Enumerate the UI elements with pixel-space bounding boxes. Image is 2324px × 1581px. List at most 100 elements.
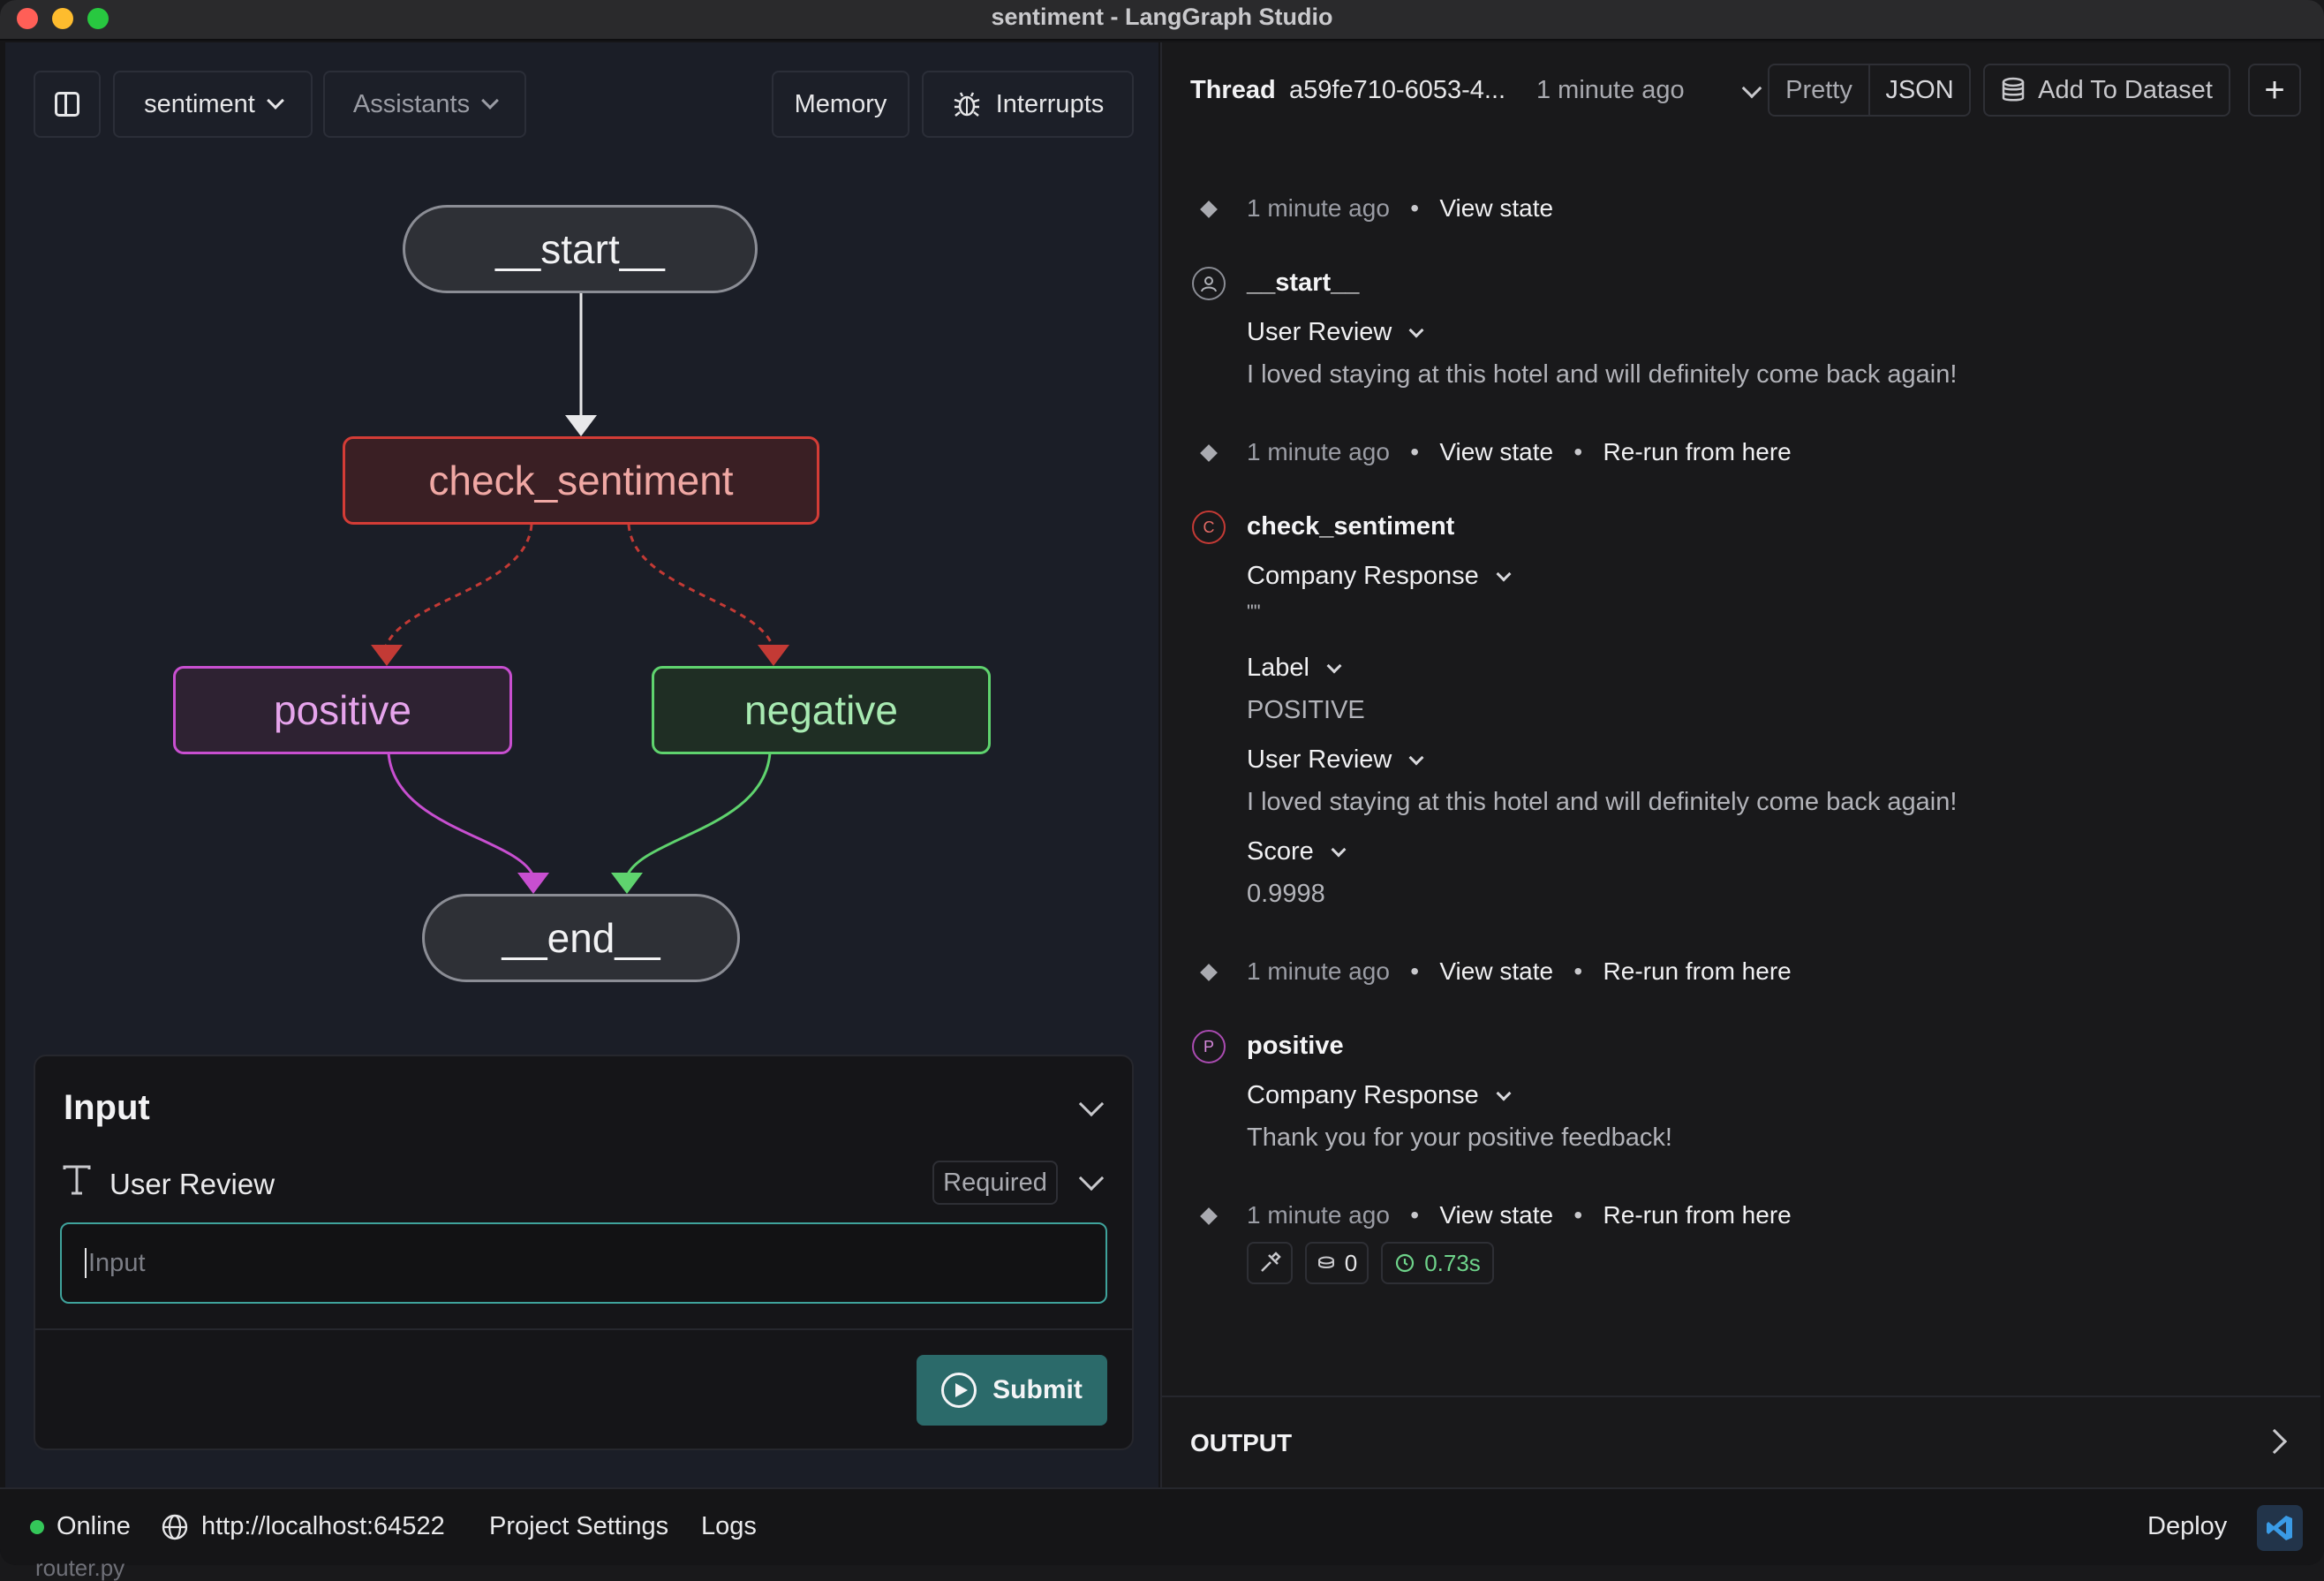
chevron-down-icon xyxy=(1326,658,1342,673)
chevron-down-icon xyxy=(1408,322,1424,337)
online-label: Online xyxy=(57,1512,131,1540)
required-badge: Required xyxy=(932,1161,1058,1205)
arrowhead-start-check xyxy=(565,415,597,436)
field-label: User Review xyxy=(1247,745,1392,774)
view-state-link[interactable]: View state xyxy=(1439,957,1553,985)
arrowhead-check-positive xyxy=(371,645,403,666)
chevron-down-icon xyxy=(1408,750,1424,765)
tokens-badge: 0 xyxy=(1305,1242,1369,1284)
rerun-link[interactable]: Re-run from here xyxy=(1603,1201,1792,1229)
field-value: Thank you for your positive feedback! xyxy=(1247,1123,1672,1152)
collapse-input-chevron-icon[interactable] xyxy=(1078,1091,1105,1117)
text-type-icon xyxy=(63,1165,91,1195)
checkpoint-diamond-icon xyxy=(1200,1207,1218,1225)
step-name-start: __start__ xyxy=(1247,269,1360,297)
server-url-link[interactable]: http://localhost:64522 xyxy=(161,1512,445,1541)
new-thread-button[interactable]: + xyxy=(2248,64,2301,117)
project-settings-link[interactable]: Project Settings xyxy=(489,1512,668,1541)
view-state-link[interactable]: View state xyxy=(1439,438,1553,465)
pretty-view-button[interactable]: Pretty xyxy=(1769,65,1868,115)
thread-select-chevron-icon[interactable] xyxy=(1741,78,1762,99)
chevron-down-icon xyxy=(1496,566,1512,581)
submit-button[interactable]: Submit xyxy=(917,1355,1107,1426)
user-review-field-label: User Review xyxy=(109,1168,275,1200)
title-bar: sentiment - LangGraph Studio xyxy=(0,0,2324,41)
view-state-link[interactable]: View state xyxy=(1439,1201,1553,1229)
expand-field-chevron-icon[interactable] xyxy=(1078,1165,1105,1191)
json-view-button[interactable]: JSON xyxy=(1868,65,1969,115)
field-label: Label xyxy=(1247,654,1309,682)
submit-label: Submit xyxy=(992,1375,1083,1404)
view-state-link[interactable]: View state xyxy=(1439,194,1553,222)
field-value: "" xyxy=(1247,601,1261,623)
user-review-input[interactable]: Input xyxy=(60,1222,1107,1304)
deploy-button[interactable]: Deploy xyxy=(2147,1512,2227,1541)
add-to-dataset-button[interactable]: Add To Dataset xyxy=(1983,64,2230,117)
step-avatar-positive: P xyxy=(1192,1030,1226,1063)
vscode-icon xyxy=(2267,1516,2292,1540)
user-avatar-icon xyxy=(1192,267,1226,300)
edge-positive-end xyxy=(387,752,535,877)
checkpoint-meta: 1 minute ago • View state • Re-run from … xyxy=(1247,1201,1792,1229)
arrowhead-negative-end xyxy=(611,873,643,894)
arrowhead-check-negative xyxy=(758,645,789,666)
field-value: 0.9998 xyxy=(1247,880,1325,908)
window-title: sentiment - LangGraph Studio xyxy=(991,4,1333,30)
view-toggle: Pretty JSON xyxy=(1768,64,1971,117)
node-positive[interactable]: positive xyxy=(173,666,512,754)
field-toggle-company-response[interactable]: Company Response xyxy=(1247,1081,1512,1110)
node-check-sentiment[interactable]: check_sentiment xyxy=(343,436,819,525)
chevron-right-icon xyxy=(2261,1428,2288,1455)
graph-edges xyxy=(371,293,789,894)
duration-badge: 0.73s xyxy=(1381,1242,1494,1284)
thread-header: Thread a59fe710-6053-4... 1 minute ago P… xyxy=(1162,42,2320,140)
logs-link[interactable]: Logs xyxy=(701,1512,757,1541)
rerun-link[interactable]: Re-run from here xyxy=(1603,957,1792,985)
online-dot-icon xyxy=(30,1519,44,1534)
checkpoint-diamond-icon xyxy=(1200,964,1218,981)
user-review-input-placeholder: Input xyxy=(88,1248,146,1277)
field-toggle-user-review[interactable]: User Review xyxy=(1247,745,1424,775)
chevron-down-icon xyxy=(1331,842,1347,857)
step-name-positive: positive xyxy=(1247,1032,1344,1060)
rerun-link[interactable]: Re-run from here xyxy=(1603,438,1792,465)
tokens-count: 0 xyxy=(1344,1249,1358,1276)
clock-icon xyxy=(1396,1253,1415,1273)
field-toggle-user-review[interactable]: User Review xyxy=(1247,318,1424,347)
field-value: POSITIVE xyxy=(1247,696,1365,724)
checkpoint-time: 1 minute ago xyxy=(1247,438,1390,465)
checkpoint-diamond-icon xyxy=(1200,444,1218,462)
checkpoint-time: 1 minute ago xyxy=(1247,957,1390,985)
globe-icon xyxy=(162,1514,188,1539)
thread-label: Thread xyxy=(1190,76,1276,104)
step-avatar-check-sentiment: C xyxy=(1192,511,1226,544)
field-label: Company Response xyxy=(1247,562,1479,590)
output-section[interactable]: OUTPUT xyxy=(1162,1396,2320,1487)
chevron-down-icon xyxy=(1496,1086,1512,1101)
add-to-dataset-label: Add To Dataset xyxy=(2038,75,2213,104)
server-url: http://localhost:64522 xyxy=(201,1512,445,1540)
checkpoint-meta: 1 minute ago • View state • Re-run from … xyxy=(1247,957,1792,985)
database-icon xyxy=(2002,77,2025,102)
arrowhead-positive-end xyxy=(517,873,549,894)
background-file-label: router.py xyxy=(35,1555,125,1581)
node-start[interactable]: __start__ xyxy=(403,205,758,293)
status-bar: Online http://localhost:64522 Project Se… xyxy=(0,1487,2324,1565)
checkpoint-time: 1 minute ago xyxy=(1247,1201,1390,1229)
thread-pane: Thread a59fe710-6053-4... 1 minute ago P… xyxy=(1160,42,2320,1487)
field-toggle-company-response[interactable]: Company Response xyxy=(1247,562,1512,591)
field-label: User Review xyxy=(1247,318,1392,346)
field-toggle-label[interactable]: Label xyxy=(1247,654,1342,683)
person-icon xyxy=(1201,276,1217,292)
tools-badge[interactable] xyxy=(1247,1242,1293,1284)
token-coins-icon xyxy=(1317,1256,1334,1268)
thread-time: 1 minute ago xyxy=(1536,76,1685,104)
thread-id[interactable]: a59fe710-6053-4... xyxy=(1289,76,1505,105)
edge-check-positive xyxy=(383,524,533,649)
node-end[interactable]: __end__ xyxy=(422,894,740,982)
field-label: Score xyxy=(1247,837,1314,866)
node-negative[interactable]: negative xyxy=(652,666,991,754)
open-in-vscode-button[interactable] xyxy=(2257,1505,2303,1551)
field-toggle-score[interactable]: Score xyxy=(1247,837,1347,866)
field-value: I loved staying at this hotel and will d… xyxy=(1247,360,1958,389)
